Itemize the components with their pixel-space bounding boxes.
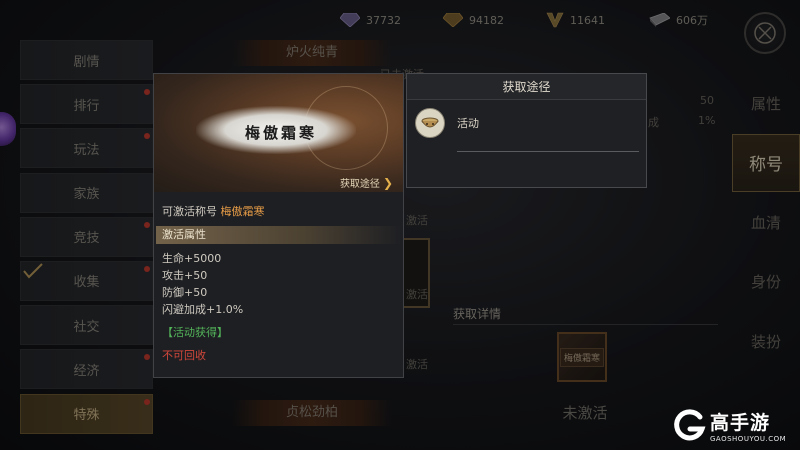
activatable-title-name: 梅傲霜寒 [220,205,265,218]
brand-logo-icon [674,408,706,440]
activatable-title-line: 可激活称号 梅傲霜寒 [162,203,265,219]
title-artwork: 梅傲霜寒 获取途径 ❯ [154,74,403,192]
acquisition-header: 获取途径 [407,74,646,100]
artwork-title: 梅傲霜寒 [244,124,317,142]
attribute-line: 闪避加成+1.0% [162,303,244,316]
event-bowl-icon [415,108,445,138]
source-text: 【活动获得】 [162,326,228,339]
activatable-prefix: 可激活称号 [162,205,217,218]
acquisition-item[interactable]: 活动 [415,108,479,138]
game-screen: 37732 94182 11641 606万 炉火纯青 贞松劲柏 已未激活 50… [0,0,800,450]
acquisition-item-label: 活动 [457,117,479,130]
title-tooltip: 梅傲霜寒 获取途径 ❯ 可激活称号 梅傲霜寒 激活属性 生命+5000 攻击+5… [153,73,404,378]
attribute-line: 防御+50 [162,286,208,299]
attribute-header: 激活属性 [156,226,401,244]
get-path-label: 获取途径 [339,179,380,190]
recycle-text: 不可回收 [162,349,206,362]
chevron-right-icon: ❯ [382,175,393,190]
watermark-url: GAOSHOUYOU.COM [710,435,787,443]
attribute-line: 生命+5000 [162,252,222,265]
watermark-brand: 高手游 [710,412,771,434]
watermark-text: 高手游 GAOSHOUYOU.COM [710,408,786,443]
watermark: 高手游 GAOSHOUYOU.COM [672,408,786,443]
acquisition-popup: 获取途径 活动 [406,73,647,188]
divider [457,151,639,152]
attribute-line: 攻击+50 [162,269,208,282]
get-path-link[interactable]: 获取途径 ❯ [339,175,393,191]
